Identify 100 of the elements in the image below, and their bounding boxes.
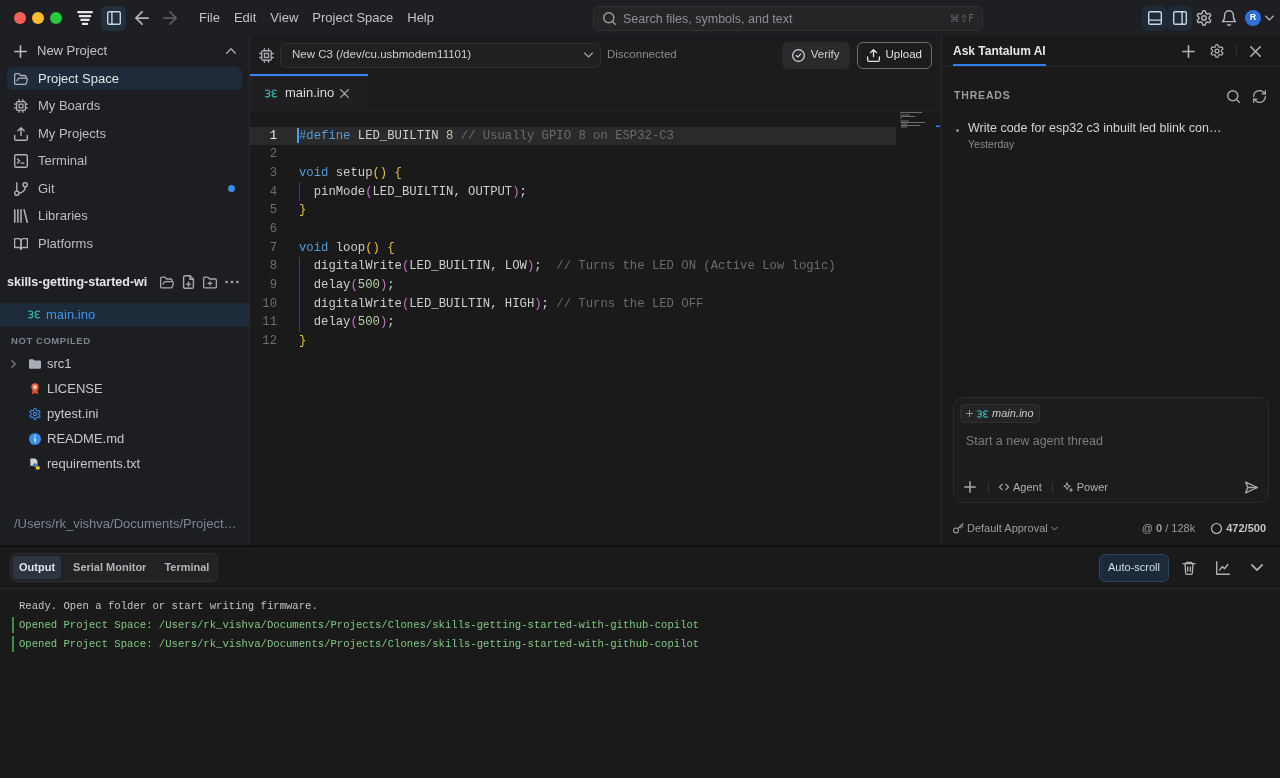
sidebar-toggle-button[interactable] — [101, 5, 126, 31]
bottom-panel-icon — [1147, 11, 1162, 25]
chevron-up-icon[interactable] — [226, 48, 236, 54]
sparkle-icon — [1062, 482, 1073, 492]
trash-icon[interactable] — [1182, 560, 1196, 575]
code-line: void setup() { — [299, 164, 402, 182]
log-line: Opened Project Space: /Users/rk_vishva/Documents/Projects/Clones/skills-getting-started-with-github-copilot — [12, 616, 700, 633]
tree-item[interactable]: pytest.ini — [0, 401, 249, 427]
plus-icon — [14, 44, 27, 58]
line-number: 5 — [268, 202, 277, 220]
settings-icon[interactable] — [1196, 10, 1212, 26]
code-line: pinMode(LED_BUILTIN, OUTPUT); — [313, 183, 527, 201]
folder-open-icon[interactable] — [160, 275, 174, 289]
sidebar-item[interactable]: Terminal — [7, 149, 242, 173]
menu-item[interactable]: Project Space — [312, 8, 394, 28]
close-window-icon[interactable] — [14, 12, 26, 24]
send-icon[interactable] — [1245, 480, 1258, 494]
zoom-window-icon[interactable] — [50, 12, 62, 24]
tree-item[interactable]: requirements.txt — [0, 451, 249, 477]
menu-item[interactable]: View — [270, 8, 299, 28]
open-file-item[interactable]: main.ino — [0, 303, 249, 326]
line-number: 7 — [268, 239, 277, 257]
plus-icon[interactable] — [964, 481, 976, 493]
bell-icon[interactable] — [1221, 10, 1237, 26]
right-panel-icon — [1172, 11, 1187, 25]
tree-item[interactable]: README.md — [0, 426, 249, 452]
chip-icon — [14, 99, 28, 113]
menu-item[interactable]: Edit — [233, 8, 257, 28]
chip-icon[interactable] — [259, 47, 274, 63]
approval-dropdown[interactable]: Default Approval — [953, 519, 1058, 537]
upload-button[interactable]: Upload — [856, 41, 932, 69]
back-arrow-icon[interactable] — [135, 11, 149, 25]
new-project-button[interactable]: New Project — [14, 41, 108, 61]
line-number: 8 — [268, 258, 277, 276]
avatar[interactable]: R — [1245, 10, 1261, 26]
sidebar-item[interactable]: Project Space — [7, 67, 242, 90]
ring-icon — [1211, 522, 1223, 534]
upload-tray-icon — [866, 48, 880, 62]
line-chart-icon[interactable] — [1216, 560, 1230, 575]
minimize-window-icon[interactable] — [32, 12, 44, 24]
quota-count: 472/500 — [1226, 520, 1266, 536]
chevron-down-icon[interactable] — [1265, 15, 1274, 21]
search-icon — [603, 11, 616, 25]
sidebar-item[interactable]: My Projects — [7, 122, 242, 145]
mode-button[interactable]: Power — [1062, 478, 1108, 496]
connection-status: Disconnected — [607, 47, 677, 63]
folder-open-icon — [14, 71, 28, 86]
more-icon[interactable] — [225, 280, 239, 284]
auto-scroll-toggle[interactable]: Auto-scroll — [1099, 553, 1169, 582]
section-label: NOT COMPILED — [10, 333, 92, 348]
code-line: } — [299, 332, 307, 350]
text-cursor — [297, 128, 299, 144]
tree-item[interactable]: src1 — [0, 351, 249, 377]
file-type-icon — [977, 409, 988, 418]
new-file-icon[interactable] — [182, 275, 195, 289]
upload-tray-icon — [14, 126, 28, 141]
stacked-bars-logo-icon — [77, 11, 93, 25]
close-icon[interactable] — [1250, 45, 1261, 57]
mode-button[interactable]: Agent — [999, 478, 1042, 496]
sidebar-item[interactable]: Libraries — [7, 204, 242, 228]
sidebar-item[interactable]: Platforms — [7, 232, 242, 255]
code-line: void loop() { — [299, 239, 395, 257]
sidebar-item[interactable]: Git — [7, 177, 242, 200]
chevron-right-icon[interactable] — [11, 360, 16, 368]
chevron-down-icon[interactable] — [1251, 564, 1263, 571]
panel-tab[interactable]: Terminal — [158, 556, 216, 579]
sidebar-panel-icon — [106, 11, 121, 25]
panel-tab[interactable]: Output — [13, 556, 62, 579]
section-label: THREADS — [954, 88, 1011, 104]
right-panel-toggle-button[interactable] — [1167, 5, 1192, 31]
menu-item[interactable]: Help — [407, 8, 434, 28]
message-input[interactable]: Start a new agent thread — [966, 431, 1256, 451]
log-line: Opened Project Space: /Users/rk_vishva/Documents/Projects/Clones/skills-getting-started-with-github-copilot — [12, 635, 700, 652]
menu-item[interactable]: File — [199, 8, 220, 28]
tree-item[interactable]: LICENSE — [0, 376, 249, 402]
log-line: Ready. Open a folder or start writing firmware. — [18, 598, 318, 614]
git-branch-icon — [14, 181, 28, 196]
context-file-chip[interactable]: main.ino — [960, 404, 1040, 423]
minimap[interactable] — [900, 112, 940, 128]
chevron-down-icon — [1050, 525, 1058, 531]
refresh-icon[interactable] — [1253, 89, 1266, 103]
search-icon[interactable] — [1227, 89, 1240, 103]
settings-icon[interactable] — [1210, 44, 1224, 58]
new-folder-icon[interactable] — [203, 275, 217, 289]
code-line: } — [299, 202, 307, 220]
plus-icon[interactable] — [1182, 44, 1195, 58]
board-select[interactable]: New C3 (/dev/cu.usbmodem11101) — [280, 42, 601, 68]
bottom-panel-toggle-button[interactable] — [1142, 5, 1167, 31]
code-line: delay(500); — [313, 276, 395, 294]
close-icon[interactable] — [340, 88, 349, 98]
info-icon — [29, 433, 41, 445]
sidebar-item[interactable]: My Boards — [7, 94, 242, 118]
panel-tab[interactable]: Ask Tantalum AI — [953, 36, 1046, 66]
code-line: digitalWrite(LED_BUILTIN, LOW); // Turns the LED ON (Active Low logic) — [313, 258, 836, 276]
bullet-icon — [956, 129, 959, 132]
project-name: skills-getting-started-wi — [7, 273, 148, 291]
panel-tab[interactable]: Serial Monitor — [67, 556, 153, 579]
verify-button[interactable]: Verify — [781, 41, 850, 69]
thread-title[interactable]: Write code for esp32 c3 inbuilt led blink con… — [968, 120, 1222, 136]
line-number: 11 — [261, 314, 277, 332]
